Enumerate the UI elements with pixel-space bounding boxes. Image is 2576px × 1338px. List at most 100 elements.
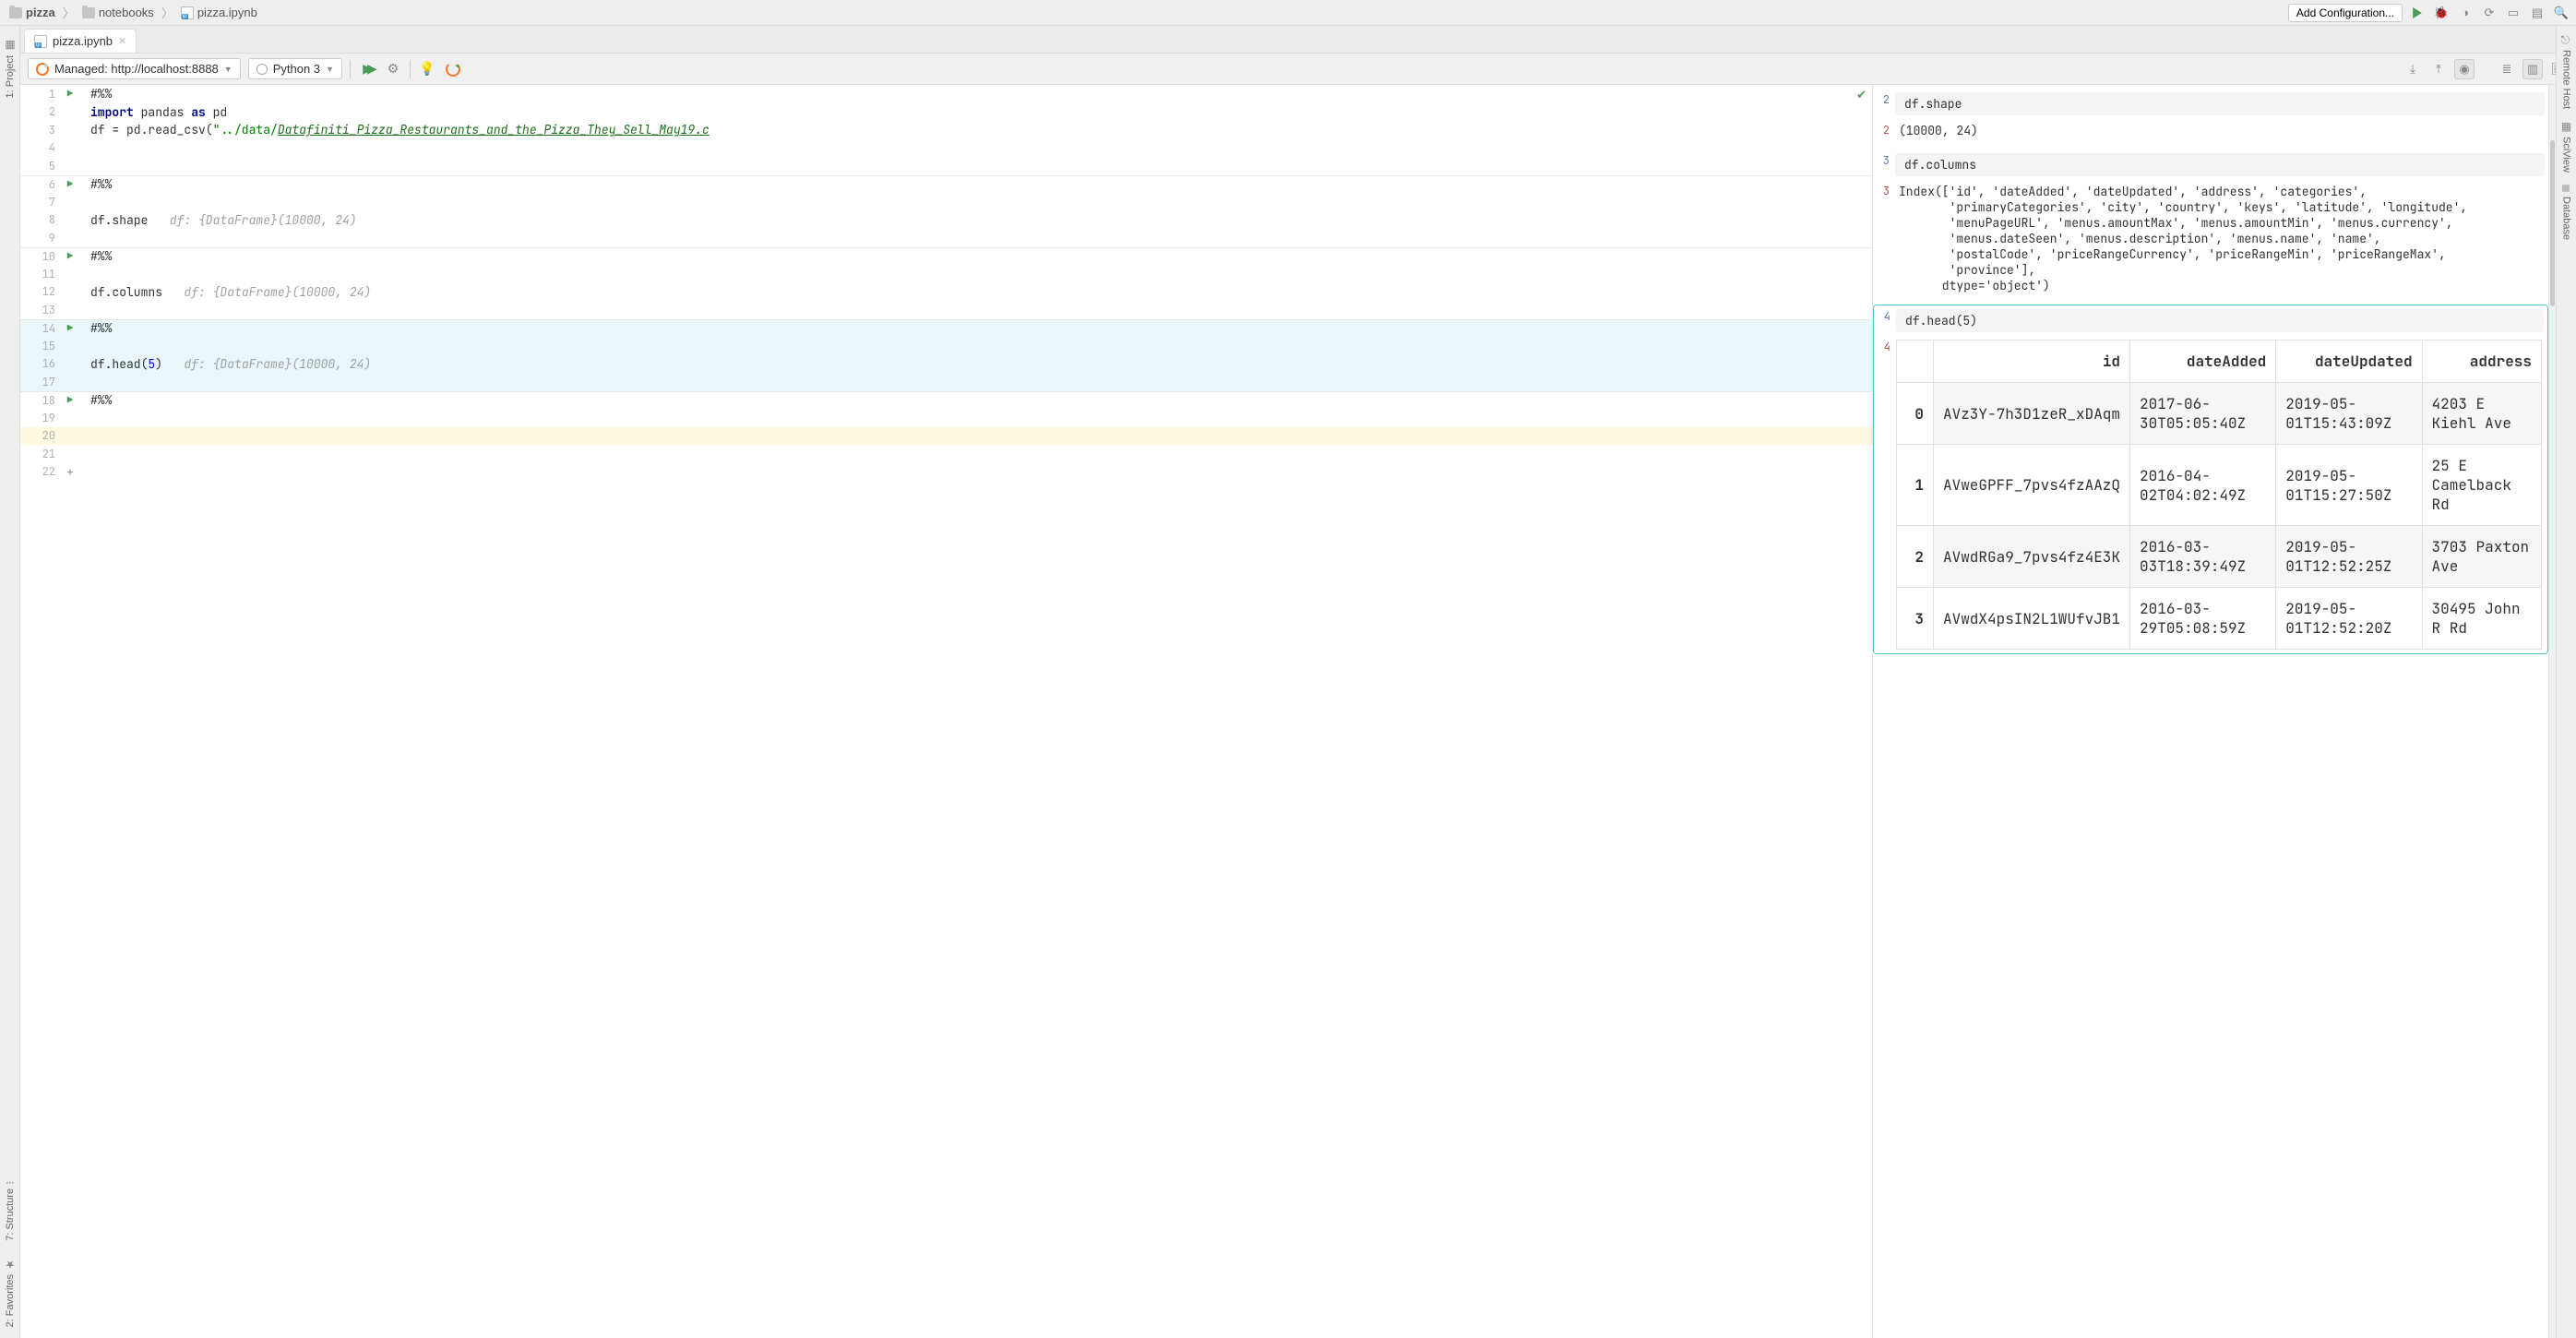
breadcrumb-label: notebooks bbox=[99, 6, 154, 19]
tool-window-database[interactable]: ≣Database bbox=[2558, 178, 2575, 245]
breadcrumb-file[interactable]: pizza.ipynb bbox=[177, 4, 261, 21]
code-line[interactable]: 12df.columns df: {DataFrame}(10000, 24) bbox=[20, 283, 1872, 302]
code-line[interactable]: 14▶#%% bbox=[20, 319, 1872, 338]
run-icon[interactable] bbox=[2408, 4, 2427, 22]
run-all-icon[interactable]: ▶▶ bbox=[358, 60, 376, 78]
code-line[interactable]: 13 bbox=[20, 301, 1872, 319]
code-text[interactable]: df = pd.read_csv("../data/Datafiniti_Piz… bbox=[78, 122, 710, 137]
code-line[interactable]: 8df.shape df: {DataFrame}(10000, 24) bbox=[20, 211, 1872, 230]
code-line[interactable]: 15 bbox=[20, 337, 1872, 355]
code-text[interactable]: df.shape df: {DataFrame}(10000, 24) bbox=[78, 212, 357, 228]
tool-window-project[interactable]: 1: Project▦ bbox=[2, 33, 18, 103]
table-cell: 2016-03-03T18:39:49Z bbox=[2130, 526, 2276, 588]
table-header[interactable]: dateAdded bbox=[2130, 340, 2276, 383]
code-line[interactable]: 22+ bbox=[20, 463, 1872, 482]
run-cell-icon[interactable]: ▶ bbox=[63, 178, 78, 191]
code-line[interactable]: 21 bbox=[20, 445, 1872, 463]
tool-window-remote-host[interactable]: ⎋Remote Host bbox=[2558, 30, 2575, 114]
project-icon: ▦ bbox=[4, 39, 17, 52]
stop-icon[interactable]: ▭ bbox=[2504, 4, 2522, 22]
table-row[interactable]: 0AVz3Y-7h3D1zeR_xDAqm2017-06-30T05:05:40… bbox=[1897, 383, 2542, 445]
search-icon[interactable]: 🔍 bbox=[2552, 4, 2570, 22]
run-cell-icon[interactable]: ▶ bbox=[63, 88, 78, 101]
output-move-down-icon[interactable]: ⤓ bbox=[2403, 59, 2423, 79]
line-number: 17 bbox=[20, 375, 63, 389]
code-line[interactable]: 1▶#%% bbox=[20, 85, 1872, 103]
view-list-icon[interactable]: ≣ bbox=[2497, 59, 2517, 79]
navigation-bar: pizza 〉 notebooks 〉 pizza.ipynb Add Conf… bbox=[0, 0, 2576, 26]
tool-window-favorites[interactable]: 2: Favorites★ bbox=[2, 1252, 18, 1332]
code-text[interactable]: #%% bbox=[78, 320, 112, 336]
code-line[interactable]: 4 bbox=[20, 139, 1872, 158]
cell-input[interactable]: df.shape bbox=[1895, 92, 2545, 115]
output-toggle-icon[interactable]: ◉ bbox=[2454, 59, 2475, 79]
code-text[interactable]: #%% bbox=[78, 248, 112, 264]
run-settings-icon[interactable]: ⚙ bbox=[384, 60, 402, 78]
code-line[interactable]: 7 bbox=[20, 193, 1872, 211]
run-cell-icon[interactable]: ▶ bbox=[63, 394, 78, 407]
code-line[interactable]: 17 bbox=[20, 373, 1872, 391]
out-prompt-number: 4 bbox=[1874, 340, 1896, 354]
add-configuration-button[interactable]: Add Configuration... bbox=[2288, 4, 2403, 22]
scrollbar[interactable] bbox=[2548, 85, 2556, 1338]
table-cell: 2019-05-01T15:43:09Z bbox=[2276, 383, 2422, 445]
code-line[interactable]: 3df = pd.read_csv("../data/Datafiniti_Pi… bbox=[20, 121, 1872, 139]
table-row[interactable]: 3AVwdX4psIN2L1WUfvJB12016-03-29T05:08:59… bbox=[1897, 588, 2542, 650]
table-row[interactable]: 2AVwdRGa9_7pvs4fz4E3K2016-03-03T18:39:49… bbox=[1897, 526, 2542, 588]
restart-kernel-icon[interactable] bbox=[444, 60, 462, 78]
close-icon[interactable]: ✕ bbox=[118, 35, 126, 47]
table-cell: 30495 John R Rd bbox=[2422, 588, 2541, 650]
code-line[interactable]: 2import pandas as pd bbox=[20, 103, 1872, 122]
breadcrumb-root[interactable]: pizza bbox=[6, 4, 59, 21]
code-line[interactable]: 18▶#%% bbox=[20, 391, 1872, 410]
code-line[interactable]: 16 df.head(5) df: {DataFrame}(10000, 24) bbox=[20, 355, 1872, 374]
tool-window-structure[interactable]: 7: Structure⁝ bbox=[2, 1176, 18, 1247]
code-editor[interactable]: ✔︎ 1▶#%%2import pandas as pd3df = pd.rea… bbox=[20, 85, 1873, 1338]
code-line[interactable]: 20 bbox=[20, 427, 1872, 446]
code-text[interactable]: #%% bbox=[78, 176, 112, 192]
code-line[interactable]: 10▶#%% bbox=[20, 247, 1872, 266]
cell-output-text: (10000, 24) bbox=[1895, 119, 1978, 142]
output-cell: 3 df.columns 3 Index(['id', 'dateAdded',… bbox=[1873, 149, 2548, 297]
code-text[interactable]: #%% bbox=[78, 392, 112, 408]
row-index: 0 bbox=[1897, 383, 1934, 445]
table-header[interactable]: id bbox=[1934, 340, 2130, 383]
code-text[interactable]: df.head(5) df: {DataFrame}(10000, 24) bbox=[78, 356, 371, 372]
debug-icon[interactable]: 🐞 bbox=[2432, 4, 2451, 22]
table-row[interactable]: 1AVweGPFF_7pvs4fzAAzQ2016-04-02T04:02:49… bbox=[1897, 445, 2542, 526]
line-number: 16 bbox=[20, 356, 63, 371]
code-line[interactable]: 19 bbox=[20, 409, 1872, 427]
table-cell: 2019-05-01T15:27:50Z bbox=[2276, 445, 2422, 526]
scrollbar-thumb[interactable] bbox=[2550, 140, 2555, 306]
star-icon: ★ bbox=[4, 1258, 17, 1271]
code-line[interactable]: 6▶#%% bbox=[20, 175, 1872, 194]
run-cell-icon[interactable]: ▶ bbox=[63, 322, 78, 335]
coverage-icon[interactable]: ◑ bbox=[2456, 4, 2475, 22]
cell-input[interactable]: df.columns bbox=[1895, 153, 2545, 176]
table-cell: 2016-04-02T04:02:49Z bbox=[2130, 445, 2276, 526]
editor-tab[interactable]: pizza.ipynb ✕ bbox=[24, 29, 137, 53]
intention-bulb-icon[interactable]: 💡 bbox=[418, 60, 436, 78]
table-header[interactable]: address bbox=[2422, 340, 2541, 383]
run-cell-icon[interactable]: ▶ bbox=[63, 250, 78, 263]
table-header[interactable] bbox=[1897, 340, 1934, 383]
kernel-combo[interactable]: Python 3 ▼ bbox=[248, 58, 342, 79]
dataframe-table[interactable]: iddateAddeddateUpdatedaddress0AVz3Y-7h3D… bbox=[1896, 340, 2542, 650]
cell-input[interactable]: df.head(5) bbox=[1896, 309, 2544, 332]
code-text[interactable]: df.columns df: {DataFrame}(10000, 24) bbox=[78, 284, 371, 300]
layout-icon[interactable]: ▤ bbox=[2528, 4, 2546, 22]
code-line[interactable]: 5 bbox=[20, 157, 1872, 175]
breadcrumb-folder[interactable]: notebooks bbox=[78, 4, 158, 21]
code-line[interactable]: 9 bbox=[20, 229, 1872, 247]
tool-window-sciview[interactable]: ▦SciView bbox=[2558, 114, 2575, 178]
add-cell-icon[interactable]: + bbox=[63, 464, 78, 480]
line-number: 1 bbox=[20, 87, 63, 102]
view-split-icon[interactable]: ▥ bbox=[2522, 59, 2543, 79]
code-line[interactable]: 11 bbox=[20, 265, 1872, 283]
update-icon[interactable]: ⟳ bbox=[2480, 4, 2498, 22]
output-move-up-icon[interactable]: ⤒ bbox=[2428, 59, 2449, 79]
jupyter-server-combo[interactable]: Managed: http://localhost:8888 ▼ bbox=[28, 58, 241, 79]
table-header[interactable]: dateUpdated bbox=[2276, 340, 2422, 383]
code-text[interactable]: import pandas as pd bbox=[78, 104, 227, 120]
code-text[interactable]: #%% bbox=[78, 86, 112, 102]
